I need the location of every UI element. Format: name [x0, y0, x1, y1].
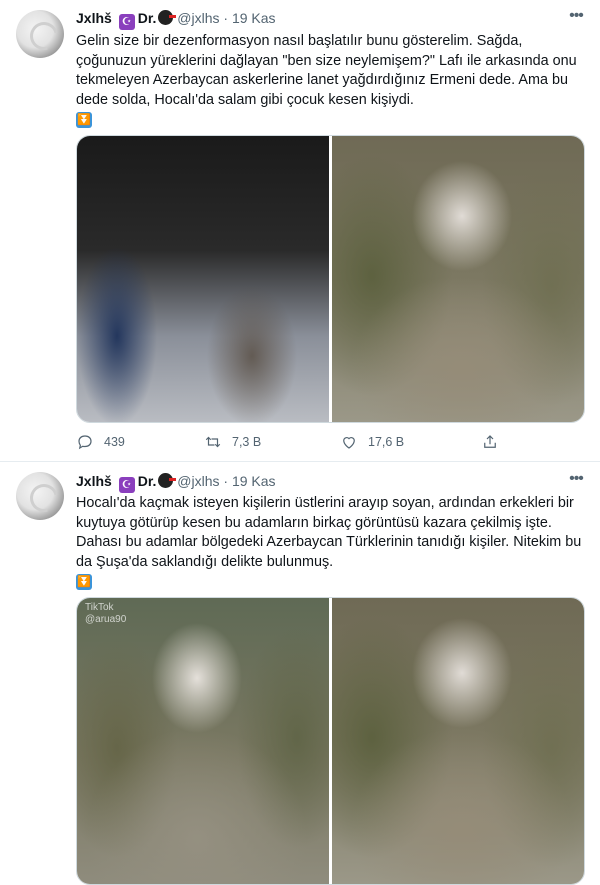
tweet-date[interactable]: 19 Kas [232, 473, 276, 489]
separator-dot: · [223, 10, 229, 26]
tweet-header: Jxlhš ☪ Dr. @jxlhs · 19 Kas [76, 471, 276, 493]
media-image-left[interactable] [77, 136, 329, 422]
tweet-date[interactable]: 19 Kas [232, 10, 276, 26]
separator-dot: · [223, 473, 229, 489]
author-name[interactable]: Jxlhš [76, 10, 112, 26]
tweet-media[interactable]: TikTok @arua90 [76, 597, 585, 885]
reply-icon [78, 435, 92, 450]
like-count: 17,6 B [368, 435, 405, 449]
retweet-count: 7,3 B [232, 435, 262, 449]
tweet-body: Hocalı'da kaçmak isteyen kişilerin üstle… [76, 495, 582, 570]
author-name[interactable]: Jxlhš [76, 473, 112, 489]
crescent-badge-icon: ☪ [118, 14, 135, 30]
media-image-left[interactable]: TikTok @arua90 [77, 598, 329, 884]
author-suffix[interactable]: Dr. [138, 10, 157, 26]
tweet-actions: 439 7,3 B 17,6 B [76, 432, 516, 452]
more-options-icon[interactable]: ••• [566, 8, 586, 29]
more-options-icon[interactable]: ••• [566, 471, 586, 492]
reply-button[interactable]: 439 [76, 432, 125, 452]
retweet-button[interactable]: 7,3 B [204, 432, 261, 452]
author-handle[interactable]: @jxlhs [177, 10, 219, 26]
media-image-right[interactable] [332, 136, 584, 422]
tiktok-watermark: TikTok @arua90 [85, 602, 127, 625]
tweet-header: Jxlhš ☪ Dr. @jxlhs · 19 Kas [76, 8, 276, 30]
share-icon [484, 435, 496, 448]
share-button[interactable] [481, 432, 509, 452]
tweet-text: Hocalı'da kaçmak isteyen kişilerin üstle… [76, 494, 586, 592]
down-arrows-emoji-icon: ⏬ [76, 574, 92, 590]
tweet-text: Gelin size bir dezenformasyon nasıl başl… [76, 32, 586, 130]
retweet-icon [205, 436, 221, 448]
down-arrows-emoji-icon: ⏬ [76, 112, 92, 128]
tweet-1[interactable]: Jxlhš ☪ Dr. @jxlhs · 19 Kas ••• Gelin siz… [0, 0, 600, 462]
media-image-right[interactable] [332, 598, 584, 884]
avatar[interactable] [16, 472, 64, 520]
author-suffix[interactable]: Dr. [138, 473, 157, 489]
tweet-body: Gelin size bir dezenformasyon nasıl başl… [76, 33, 577, 108]
crescent-badge-icon: ☪ [118, 477, 135, 493]
reply-count: 439 [104, 435, 125, 449]
avatar[interactable] [16, 10, 64, 58]
author-handle[interactable]: @jxlhs [177, 473, 219, 489]
tweet-2[interactable]: Jxlhš ☪ Dr. @jxlhs · 19 Kas ••• Hocalı'da… [0, 462, 600, 885]
heart-icon [343, 437, 355, 449]
tweet-media[interactable] [76, 135, 585, 423]
smoking-emoji-icon [158, 473, 177, 488]
like-button[interactable]: 17,6 B [340, 432, 404, 452]
smoking-emoji-icon [158, 10, 177, 25]
